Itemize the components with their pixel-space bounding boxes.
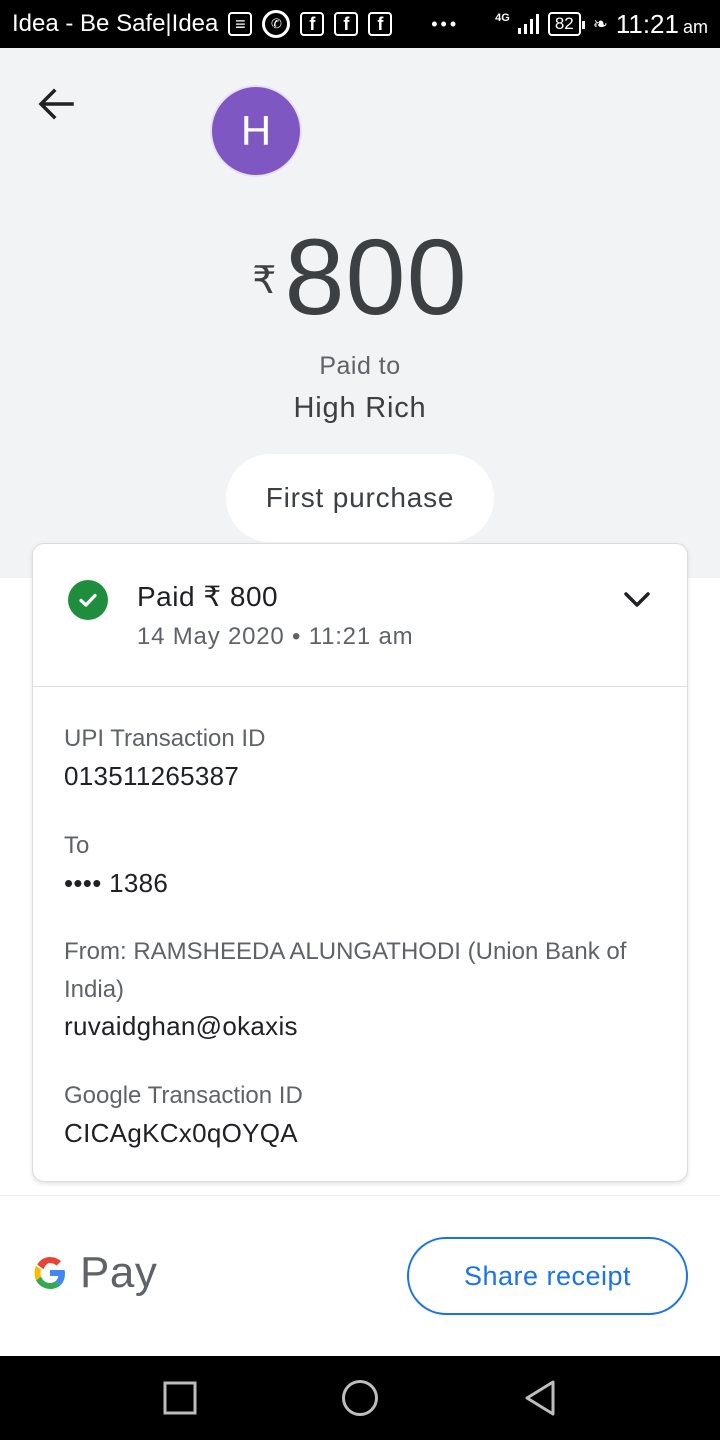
upi-transaction-id-label: UPI Transaction ID [64,725,266,752]
upi-transaction-id-value: 013511265387 [64,761,240,791]
check-circle-icon [68,580,108,620]
recents-button[interactable] [152,1370,208,1426]
triangle-back-icon [525,1380,555,1416]
expand-details-button[interactable] [617,582,657,618]
notification-icons: ≡ ✆ f f f [228,10,393,38]
paid-to-label: Paid to [319,352,401,380]
google-transaction-id-label: Google Transaction ID [64,1082,303,1109]
nav-back-button[interactable] [512,1370,568,1426]
avatar: H [210,85,302,177]
status-row[interactable]: Paid ₹ 800 14 May 2020 • 11:21 am [33,544,687,687]
currency-symbol: ₹ [252,260,277,302]
from-upi-id-value: ruvaidghan@okaxis [64,1011,298,1041]
status-right: ••• 4G 82 ❧ 11:21 am [431,9,708,40]
amount-display: ₹ 800 [0,216,720,337]
share-receipt-button[interactable]: Share receipt [407,1237,688,1315]
google-transaction-id-value: CICAgKCx0qOYQA [64,1118,298,1148]
amount-value: 800 [284,216,468,337]
from-label: From: RAMSHEEDA ALUNGATHODI (Union Bank … [64,938,627,1003]
status-bar: Idea - Be Safe|Idea ≡ ✆ f f f ••• 4G 82 … [0,0,720,48]
facebook-icon: f [300,12,325,36]
signal-icon [517,14,539,34]
battery-icon: 82 [547,12,585,36]
pay-logo-text: Pay [80,1248,158,1297]
payee-name: High Rich [293,392,427,424]
footer-divider [0,1195,720,1196]
back-button[interactable] [30,82,82,126]
gpay-logo: Pay [30,1248,157,1298]
payment-note: First purchase [226,454,494,542]
clock: 11:21 am [616,9,708,40]
facebook-icon: f [368,12,393,36]
carrier-name: Idea - Be Safe|Idea [12,10,219,37]
whatsapp-icon: ✆ [262,10,291,38]
payment-date: 14 May 2020 • 11:21 am [137,623,414,650]
to-label: To [64,832,90,859]
payment-status-title: Paid ₹ 800 [137,581,279,612]
network-type: 4G [495,11,510,24]
transaction-card: Paid ₹ 800 14 May 2020 • 11:21 am UPI Tr… [32,543,688,1182]
arrow-left-icon [38,88,74,120]
clock-ampm: am [682,16,708,37]
square-icon [163,1381,197,1415]
clock-time: 11:21 [615,8,679,39]
more-notifications-icon: ••• [431,13,460,34]
circle-icon [342,1380,378,1416]
chevron-down-icon [624,592,650,607]
to-account-value: •••• 1386 [64,868,169,898]
google-g-icon [34,1257,65,1289]
facebook-icon: f [334,12,359,36]
system-navigation-bar [0,1356,720,1440]
home-button[interactable] [332,1370,388,1426]
message-notification-icon: ≡ [228,12,253,36]
leaf-icon: ❧ [592,13,608,34]
